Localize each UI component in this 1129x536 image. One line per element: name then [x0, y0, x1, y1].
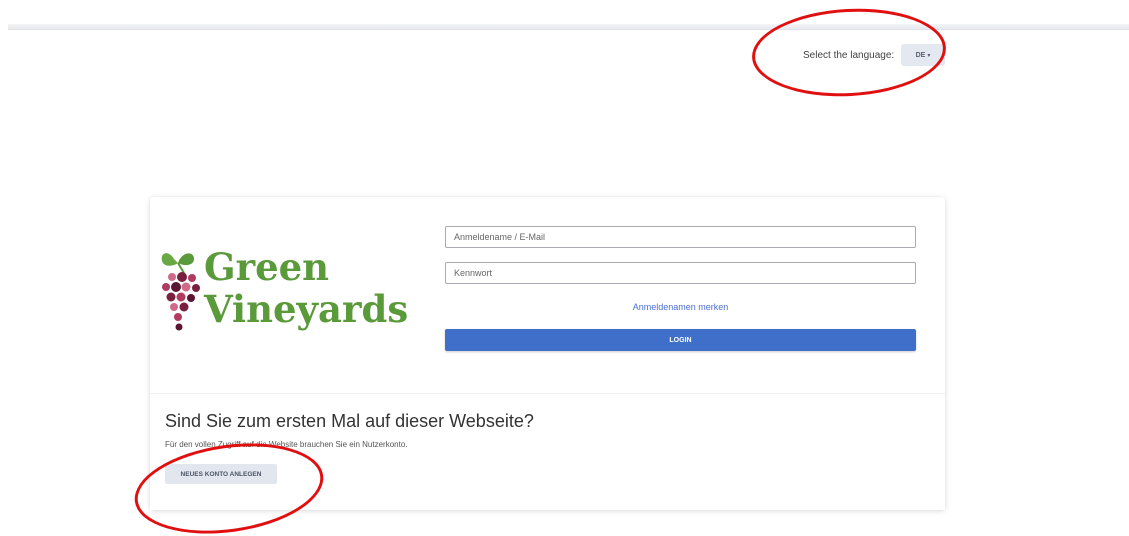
- first-visit-title: Sind Sie zum ersten Mal auf dieser Webse…: [165, 411, 534, 431]
- grape-leaf-icon: [161, 253, 200, 331]
- username-input[interactable]: Anmeldename / E-Mail: [445, 226, 916, 248]
- logo-text-vineyards: Vineyards: [204, 287, 409, 331]
- create-account-button[interactable]: NEUES KONTO ANLEGEN: [165, 464, 277, 484]
- login-card: Green Vineyards Anmeldename / E-Mail Ken…: [150, 197, 945, 510]
- language-select-button[interactable]: DE ▾: [901, 44, 945, 66]
- language-selected-value: DE: [915, 51, 926, 59]
- login-button[interactable]: LOGIN: [445, 329, 916, 351]
- top-divider: [8, 24, 1129, 30]
- green-vineyards-logo: Green Vineyards: [154, 247, 414, 342]
- first-visit-section: Sind Sie zum ersten Mal auf dieser Webse…: [150, 393, 945, 510]
- chevron-down-icon: ▾: [927, 52, 931, 59]
- first-visit-subtitle: Für den vollen Zugriff auf die Website b…: [165, 440, 408, 449]
- remember-username-link[interactable]: Anmeldenamen merken: [445, 302, 916, 312]
- password-input[interactable]: Kennwort: [445, 262, 916, 284]
- language-label: Select the language:: [803, 50, 895, 61]
- logo-text-green: Green: [204, 245, 330, 289]
